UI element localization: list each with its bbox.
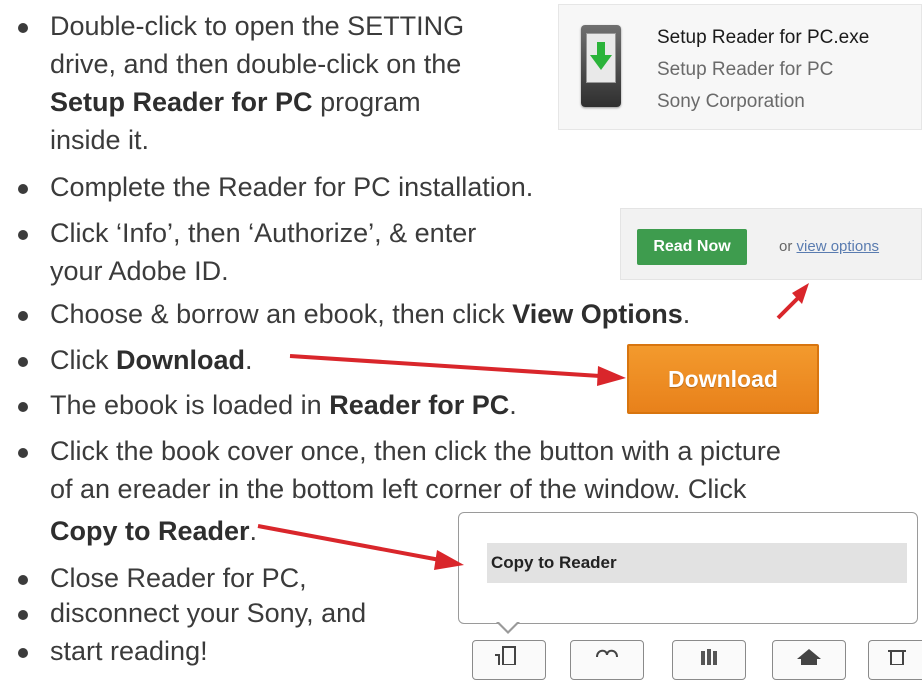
step-7-line-2: of an ereader in the bottom left corner … (50, 472, 746, 506)
view-options-text: or view options (779, 238, 879, 255)
step-text: your Adobe ID. (50, 256, 229, 286)
favorite-button[interactable] (570, 640, 644, 680)
step-emphasis: Download (116, 345, 245, 375)
step-text: disconnect your Sony, and (50, 598, 367, 628)
bullet (18, 357, 28, 367)
ereader-download-icon (581, 25, 621, 107)
step-1-line-1: Double-click to open the SETTING (50, 9, 464, 43)
step-text: Click ‘Info’, then ‘Authorize’, & enter (50, 218, 477, 248)
popup-pointer-inner (498, 621, 518, 631)
step-3-line-2: your Adobe ID. (50, 254, 229, 288)
bullet (18, 311, 28, 321)
library-button[interactable] (772, 640, 846, 680)
delete-button[interactable] (868, 640, 922, 680)
bullet (18, 648, 28, 658)
reader-device-button[interactable] (472, 640, 546, 680)
bullet (18, 575, 28, 585)
bullet (18, 23, 28, 33)
step-1-line-2: drive, and then double-click on the (50, 47, 461, 81)
ereader-icon (495, 646, 516, 666)
step-text: of an ereader in the bottom left corner … (50, 474, 747, 504)
file-description: Setup Reader for PC (657, 59, 834, 80)
step-text: Double-click to open the SETTING (50, 11, 465, 41)
step-2: Complete the Reader for PC installation. (50, 170, 533, 204)
read-now-button[interactable]: Read Now (637, 229, 747, 265)
library-icon (797, 649, 821, 665)
copy-to-reader-menu-item[interactable]: Copy to Reader (487, 543, 907, 583)
step-6: The ebook is loaded in Reader for PC. (50, 388, 517, 422)
arrow-to-view-options (776, 283, 809, 320)
step-text: The ebook is loaded in (50, 390, 330, 420)
setup-file-item[interactable]: Setup Reader for PC.exe Setup Reader for… (558, 4, 922, 130)
view-options-link[interactable]: view options (797, 238, 880, 255)
step-text: start reading! (50, 636, 208, 666)
download-arrow-icon (590, 42, 612, 70)
bullet (18, 610, 28, 620)
step-text: . (249, 516, 258, 546)
arrow-to-download-button (289, 354, 626, 386)
download-button[interactable]: Download (627, 344, 819, 414)
step-text: Choose & borrow an ebook, then click (50, 299, 513, 329)
or-label: or (779, 238, 797, 255)
copy-to-reader-popup: Copy to Reader (458, 512, 918, 624)
file-company: Sony Corporation (657, 91, 805, 112)
step-4: Choose & borrow an ebook, then click Vie… (50, 297, 690, 331)
step-5: Click Download. (50, 343, 253, 377)
step-1-line-4: inside it. (50, 123, 149, 157)
step-text: drive, and then double-click on the (50, 49, 462, 79)
step-text: Close Reader for PC, (50, 563, 307, 593)
read-now-panel: Read Now or view options (620, 208, 922, 280)
trash-icon (888, 650, 906, 666)
step-text: . (509, 390, 517, 420)
step-text: Click (50, 345, 116, 375)
step-10: start reading! (50, 634, 208, 668)
heart-icon (596, 649, 618, 658)
step-text: . (682, 299, 691, 329)
collection-button[interactable] (672, 640, 746, 680)
step-emphasis: View Options (512, 299, 683, 329)
step-emphasis: Reader for PC (329, 390, 510, 420)
step-emphasis: Setup Reader for PC (50, 87, 313, 117)
file-name: Setup Reader for PC.exe (657, 27, 870, 48)
step-text: Click the book cover once, then click th… (50, 436, 781, 466)
step-7-line-1: Click the book cover once, then click th… (50, 434, 781, 468)
bullet (18, 230, 28, 240)
step-3-line-1: Click ‘Info’, then ‘Authorize’, & enter (50, 216, 476, 250)
step-text: . (245, 345, 253, 375)
ereader-screen (586, 33, 616, 83)
step-1-line-3: Setup Reader for PC program (50, 85, 421, 119)
step-text: program (312, 87, 421, 117)
books-icon (701, 649, 717, 665)
step-7-line-3: Copy to Reader. (50, 514, 257, 548)
bullet (18, 402, 28, 412)
step-8: Close Reader for PC, (50, 561, 307, 595)
step-emphasis: Copy to Reader (50, 516, 250, 546)
bullet (18, 448, 28, 458)
step-text: inside it. (50, 125, 150, 155)
step-text: Complete the Reader for PC installation. (50, 172, 534, 202)
bullet (18, 184, 28, 194)
step-9: disconnect your Sony, and (50, 596, 366, 630)
